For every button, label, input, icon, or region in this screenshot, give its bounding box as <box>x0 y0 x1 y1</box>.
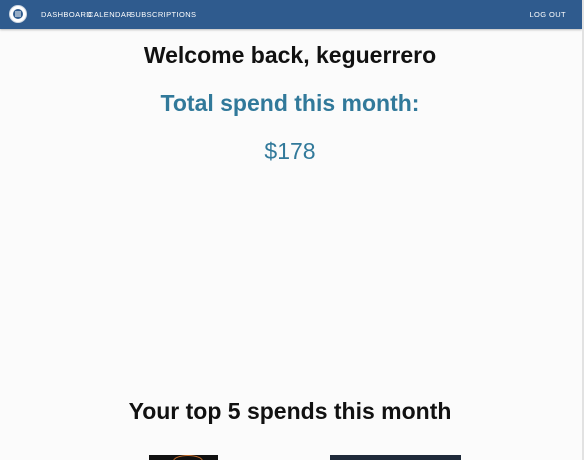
app-logo-icon[interactable] <box>9 5 27 23</box>
total-spend-label: Total spend this month: <box>160 90 420 116</box>
top-navbar: DASHBOARD CALENDAR SUBSCRIPTIONS LOG OUT <box>0 0 582 29</box>
top-spends-heading: Your top 5 spends this month <box>128 398 452 424</box>
top-spend-card-1-logo <box>173 455 203 460</box>
nav-calendar[interactable]: CALENDAR <box>88 10 132 19</box>
top-spend-card-2-image[interactable] <box>330 455 461 460</box>
nav-dashboard[interactable]: DASHBOARD <box>41 10 92 19</box>
logout-button[interactable]: LOG OUT <box>529 10 566 19</box>
nav-subscriptions[interactable]: SUBSCRIPTIONS <box>130 10 196 19</box>
welcome-heading: Welcome back, keguerrero <box>143 42 437 68</box>
total-spend-value: $178 <box>264 138 316 164</box>
